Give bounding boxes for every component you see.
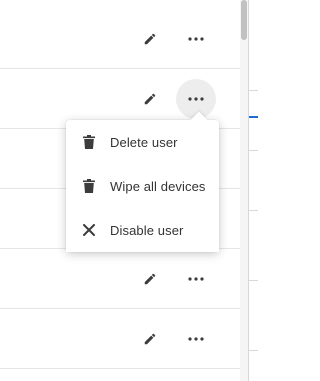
row-actions <box>136 9 210 68</box>
more-options-button-active[interactable] <box>176 78 216 119</box>
edit-button[interactable] <box>136 265 164 293</box>
more-icon <box>188 336 204 341</box>
edit-icon <box>144 93 156 104</box>
more-icon <box>188 36 204 41</box>
divider <box>249 150 258 151</box>
divider <box>249 90 258 91</box>
scrollbar[interactable] <box>240 0 248 381</box>
trash-icon <box>82 179 96 193</box>
scrollbar-thumb[interactable] <box>241 0 247 40</box>
more-options-button[interactable] <box>182 265 210 293</box>
row-actions <box>136 249 210 308</box>
menu-item-disable-user[interactable]: Disable user <box>66 208 219 252</box>
trash-icon <box>82 135 96 149</box>
menu-item-wipe-all-devices[interactable]: Wipe all devices <box>66 164 219 208</box>
menu-item-label: Wipe all devices <box>110 178 206 194</box>
more-icon <box>188 276 204 281</box>
edit-icon <box>144 333 156 344</box>
table-row <box>0 309 240 369</box>
close-icon <box>82 223 96 237</box>
edit-button[interactable] <box>136 25 164 53</box>
table-row <box>0 9 240 69</box>
divider <box>249 210 258 211</box>
active-indicator <box>249 116 258 118</box>
divider <box>249 280 258 281</box>
menu-item-label: Disable user <box>110 222 184 238</box>
table-row <box>0 249 240 309</box>
menu-item-delete-user[interactable]: Delete user <box>66 120 219 164</box>
more-options-button[interactable] <box>182 325 210 353</box>
user-actions-menu: Delete user Wipe all devices Disable use… <box>66 120 219 252</box>
divider <box>249 350 258 351</box>
menu-item-label: Delete user <box>110 134 178 150</box>
edit-button[interactable] <box>136 325 164 353</box>
edit-button[interactable] <box>136 85 164 113</box>
row-actions <box>136 309 210 368</box>
user-list-page: Delete user Wipe all devices Disable use… <box>0 0 258 381</box>
more-options-button[interactable] <box>182 25 210 53</box>
adjacent-panel-edge <box>248 0 258 381</box>
edit-icon <box>144 33 156 44</box>
more-icon <box>188 96 204 101</box>
edit-icon <box>144 273 156 284</box>
